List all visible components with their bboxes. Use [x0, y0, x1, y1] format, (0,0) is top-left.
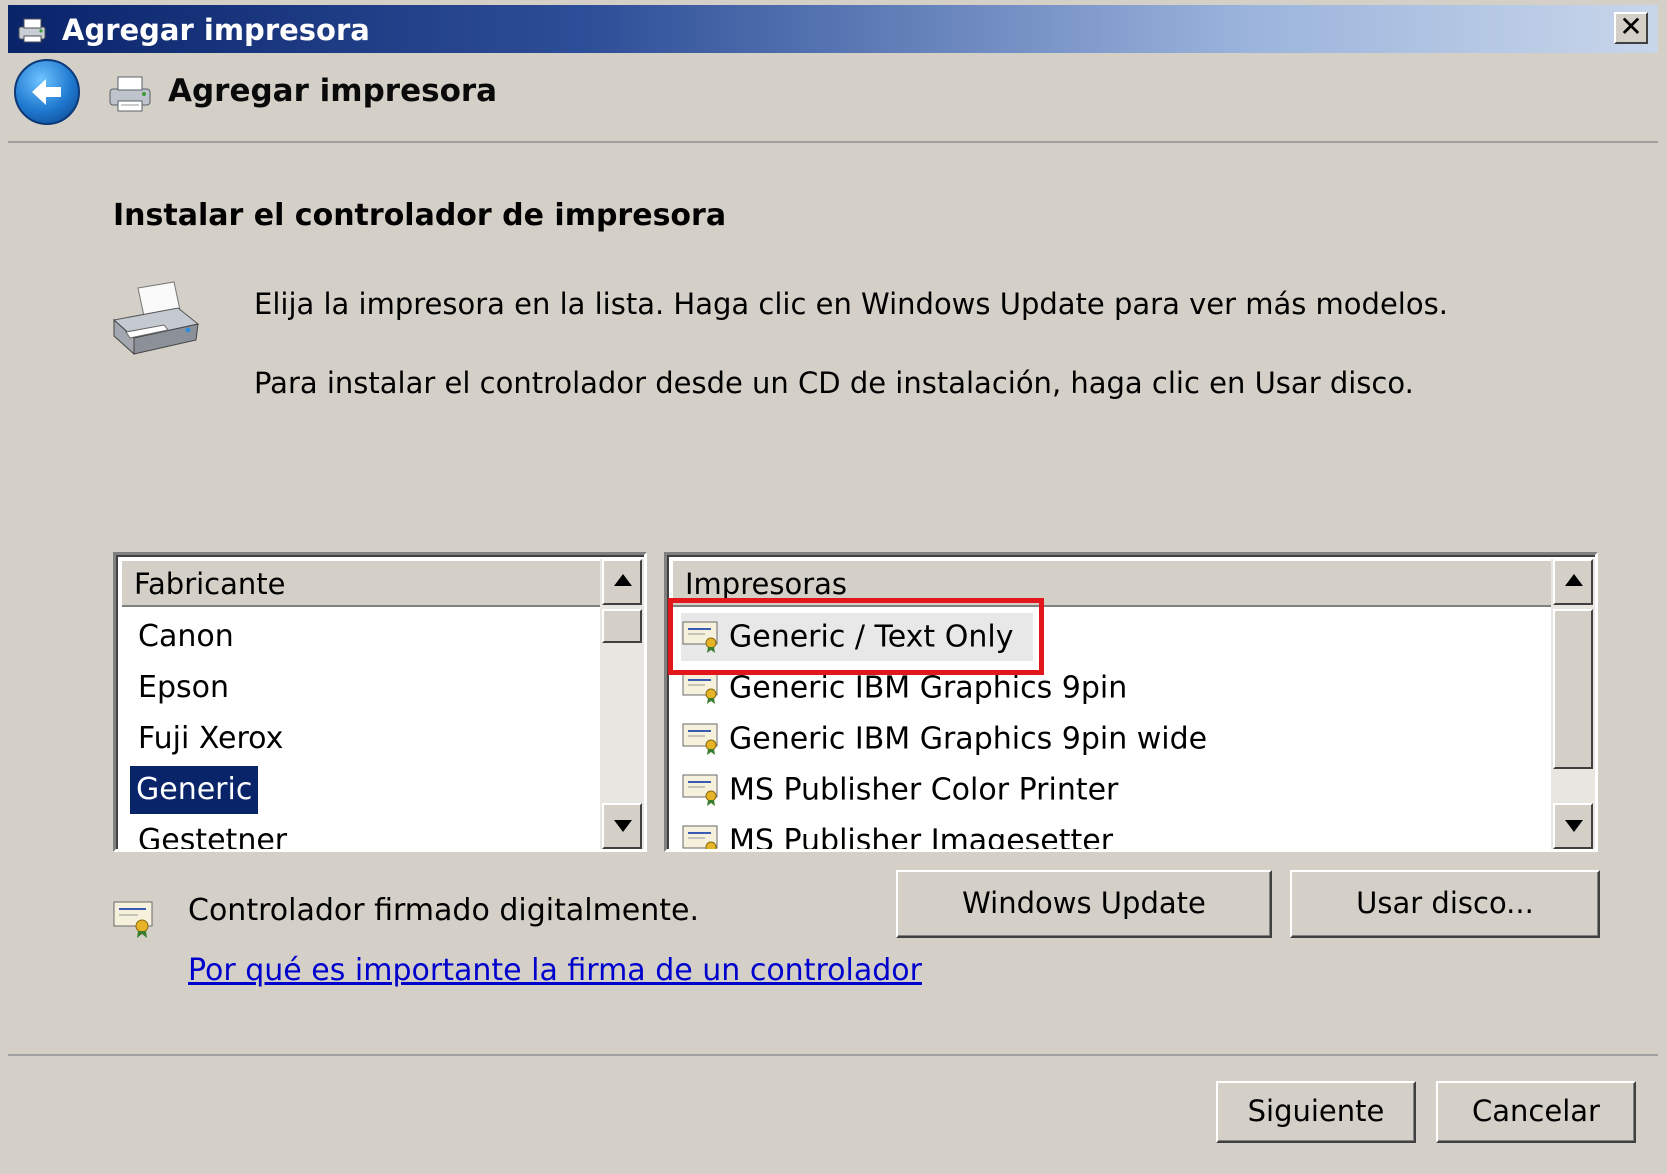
certificate-icon — [682, 723, 718, 755]
manufacturer-listbox[interactable]: Fabricante Canon Epson Fuji Xerox Generi… — [113, 552, 647, 852]
arrow-down-icon — [1565, 820, 1583, 832]
printer-scrollbar[interactable] — [1551, 559, 1595, 849]
wizard-title: Agregar impresora — [168, 73, 498, 109]
close-button[interactable]: ✕ — [1614, 12, 1648, 44]
close-icon: ✕ — [1619, 10, 1643, 43]
manufacturer-column-header[interactable]: Fabricante — [122, 561, 602, 607]
certificate-icon — [682, 825, 718, 849]
instruction-text-1: Elija la impresora en la lista. Haga cli… — [254, 287, 1448, 321]
cancel-button[interactable]: Cancelar — [1436, 1081, 1636, 1143]
list-item-label: Generic IBM Graphics 9pin wide — [729, 721, 1208, 757]
printer-large-icon — [112, 281, 200, 356]
list-item-label: Generic IBM Graphics 9pin — [729, 670, 1128, 706]
window-title: Agregar impresora — [62, 13, 370, 47]
signed-driver-icon — [113, 901, 153, 938]
printer-listbox[interactable]: Impresoras Generic / Text Only Generic I… — [664, 552, 1598, 852]
list-item[interactable]: Fuji Xerox — [132, 715, 289, 763]
windows-update-button[interactable]: Windows Update — [896, 870, 1272, 938]
list-item-selected[interactable]: Generic — [130, 766, 259, 814]
list-item[interactable]: Generic IBM Graphics 9pin wide — [681, 715, 1207, 763]
list-item[interactable]: Epson — [132, 664, 235, 712]
back-button[interactable] — [14, 59, 80, 125]
list-item[interactable]: MS Publisher Color Printer — [681, 766, 1118, 814]
wizard-header: Agregar impresora — [8, 53, 1658, 141]
section-title: Instalar el controlador de impresora — [113, 198, 727, 233]
arrow-up-icon — [1565, 574, 1583, 586]
scroll-thumb[interactable] — [1553, 609, 1593, 769]
list-item[interactable]: Canon — [132, 613, 240, 661]
printer-header-icon — [109, 76, 151, 112]
list-item[interactable]: Gestetner — [132, 817, 293, 849]
list-item-label: MS Publisher Imagesetter — [729, 823, 1114, 852]
selection-highlight-box — [668, 598, 1044, 675]
scroll-up-button[interactable] — [602, 559, 642, 605]
next-button[interactable]: Siguiente — [1216, 1081, 1416, 1143]
list-item[interactable]: MS Publisher Imagesetter — [681, 817, 1114, 852]
signed-driver-status: Controlador firmado digitalmente. — [188, 893, 700, 928]
scroll-down-button[interactable] — [1553, 803, 1593, 849]
title-bar[interactable]: Agregar impresora ✕ — [8, 5, 1658, 53]
manufacturer-listbox-inner: Fabricante Canon Epson Fuji Xerox Generi… — [116, 555, 644, 849]
arrow-up-icon — [614, 574, 632, 586]
scroll-up-button[interactable] — [1553, 559, 1593, 605]
scroll-thumb[interactable] — [602, 609, 642, 643]
arrow-down-icon — [614, 820, 632, 832]
printer-title-icon — [18, 18, 46, 43]
manufacturer-scrollbar[interactable] — [600, 559, 644, 849]
back-arrow-icon — [32, 79, 61, 105]
list-item-label: MS Publisher Color Printer — [729, 772, 1119, 808]
scroll-down-button[interactable] — [602, 803, 642, 849]
driver-signing-link[interactable]: Por qué es importante la firma de un con… — [188, 953, 922, 988]
certificate-icon — [682, 774, 718, 806]
use-disk-button[interactable]: Usar disco... — [1290, 870, 1600, 938]
instruction-text-2: Para instalar el controlador desde un CD… — [254, 366, 1414, 400]
add-printer-dialog: Agregar impresora ✕ Agregar impresora In… — [0, 0, 1667, 1174]
